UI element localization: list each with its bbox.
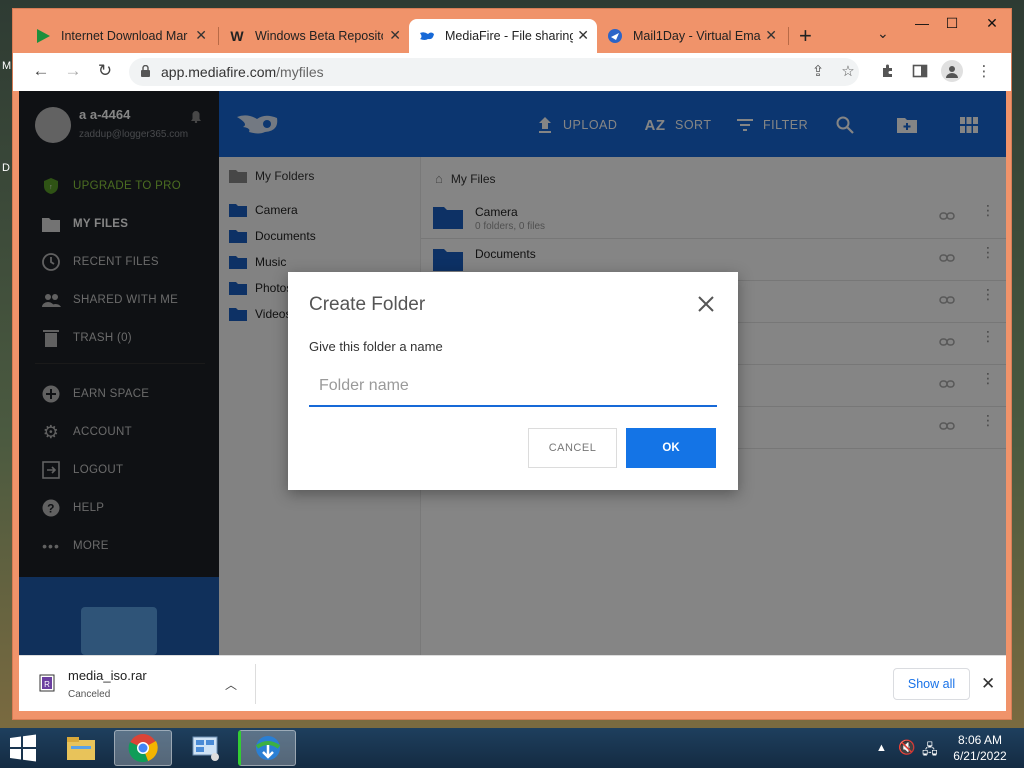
cancel-button[interactable]: CANCEL — [528, 428, 617, 468]
extensions-icon[interactable] — [879, 62, 897, 80]
clock-date: 6/21/2022 — [953, 749, 1007, 763]
close-window-icon[interactable]: ✕ — [971, 11, 1013, 35]
tab-close-icon[interactable]: ✕ — [765, 27, 777, 44]
dialog-title: Create Folder — [309, 294, 426, 315]
idm-taskbar-icon[interactable] — [238, 730, 296, 766]
svg-text:R: R — [44, 680, 50, 689]
clock-time: 8:06 AM — [957, 733, 1003, 747]
url-text: app.mediafire.com/myfiles — [161, 64, 324, 80]
browser-menu-icon[interactable]: ⋮ — [975, 62, 993, 80]
mediafire-icon — [419, 28, 435, 44]
bookmark-star-icon[interactable]: ☆ — [839, 62, 857, 80]
profile-avatar-icon[interactable] — [941, 60, 963, 82]
rar-archive-icon: R — [39, 674, 55, 692]
network-icon[interactable]: 🖧 — [922, 739, 938, 763]
dialog-subtitle: Give this folder a name — [309, 339, 443, 354]
forward-icon[interactable]: → — [63, 61, 83, 81]
tab-close-icon[interactable]: ✕ — [389, 27, 401, 44]
back-icon[interactable]: ← — [31, 61, 51, 81]
tab-close-icon[interactable]: ✕ — [195, 27, 207, 44]
taskbar-clock[interactable]: 8:06 AM 6/21/2022 — [948, 732, 1012, 764]
windows-start-icon[interactable] — [8, 734, 38, 762]
close-icon[interactable]: ✕ — [981, 674, 995, 694]
tab-mediafire[interactable]: MediaFire - File sharing ✕ — [409, 19, 597, 53]
side-panel-icon[interactable] — [911, 62, 929, 80]
volume-muted-icon[interactable]: 🔇 — [898, 739, 915, 756]
ok-button[interactable]: OK — [626, 428, 716, 468]
new-tab-icon[interactable]: + — [799, 23, 812, 49]
tab-mail1day[interactable]: Mail1Day - Virtual Ema ✕ — [597, 19, 785, 53]
divider — [255, 664, 256, 704]
tray-expand-icon[interactable]: ▲ — [876, 742, 887, 754]
close-icon[interactable] — [698, 296, 714, 312]
tab-separator — [788, 27, 789, 45]
tab-title: MediaFire - File sharing — [445, 29, 573, 43]
wb-logo-icon: W — [230, 28, 244, 44]
lock-icon — [141, 65, 150, 77]
download-bar: R media_iso.rar Canceled ︿ Show all ✕ — [19, 655, 1006, 711]
mail1day-icon — [607, 28, 623, 44]
control-panel-icon[interactable] — [176, 730, 234, 766]
reload-icon[interactable]: ↻ — [95, 61, 115, 81]
desktop-label: M — [2, 60, 12, 72]
url-path: /myfiles — [276, 64, 324, 80]
show-all-button[interactable]: Show all — [893, 668, 970, 700]
download-status: Canceled — [68, 689, 111, 700]
tab-windows-beta-repository[interactable]: W Windows Beta Reposito ✕ — [219, 19, 409, 53]
file-explorer-icon[interactable] — [52, 730, 110, 766]
tab-title: Internet Download Mar — [61, 29, 188, 43]
tab-internet-download-manager[interactable]: Internet Download Mar ✕ — [25, 19, 215, 53]
chevron-up-icon[interactable]: ︿ — [225, 676, 237, 693]
tab-search-chevron-icon[interactable]: ⌄ — [877, 25, 889, 42]
taskbar: ▲ 🔇 🖧 8:06 AM 6/21/2022 — [0, 728, 1024, 768]
folder-name-input[interactable] — [309, 367, 717, 407]
tab-close-icon[interactable]: ✕ — [577, 27, 589, 44]
maximize-icon[interactable]: ☐ — [933, 11, 971, 35]
idm-play-icon — [35, 28, 51, 44]
url-host: app.mediafire.com — [161, 64, 277, 80]
mediafire-page: a a-4464 zaddup@logger365.com ↑ UPGRADE … — [19, 91, 1006, 655]
share-icon[interactable]: ⇪ — [809, 62, 827, 80]
download-filename[interactable]: media_iso.rar — [68, 668, 147, 683]
create-folder-dialog: Create Folder Give this folder a name CA… — [288, 272, 738, 490]
browser-toolbar: ← → ↻ app.mediafire.com/myfiles ⇪ ☆ ⋮ — [13, 53, 1011, 91]
address-bar[interactable]: app.mediafire.com/myfiles — [129, 58, 859, 86]
chrome-icon[interactable] — [114, 730, 172, 766]
tab-title: Mail1Day - Virtual Ema — [633, 29, 761, 43]
desktop-label: D — [2, 162, 10, 174]
tab-title: Windows Beta Reposito — [255, 29, 383, 43]
browser-window: Internet Download Mar ✕ W Windows Beta R… — [12, 8, 1012, 720]
